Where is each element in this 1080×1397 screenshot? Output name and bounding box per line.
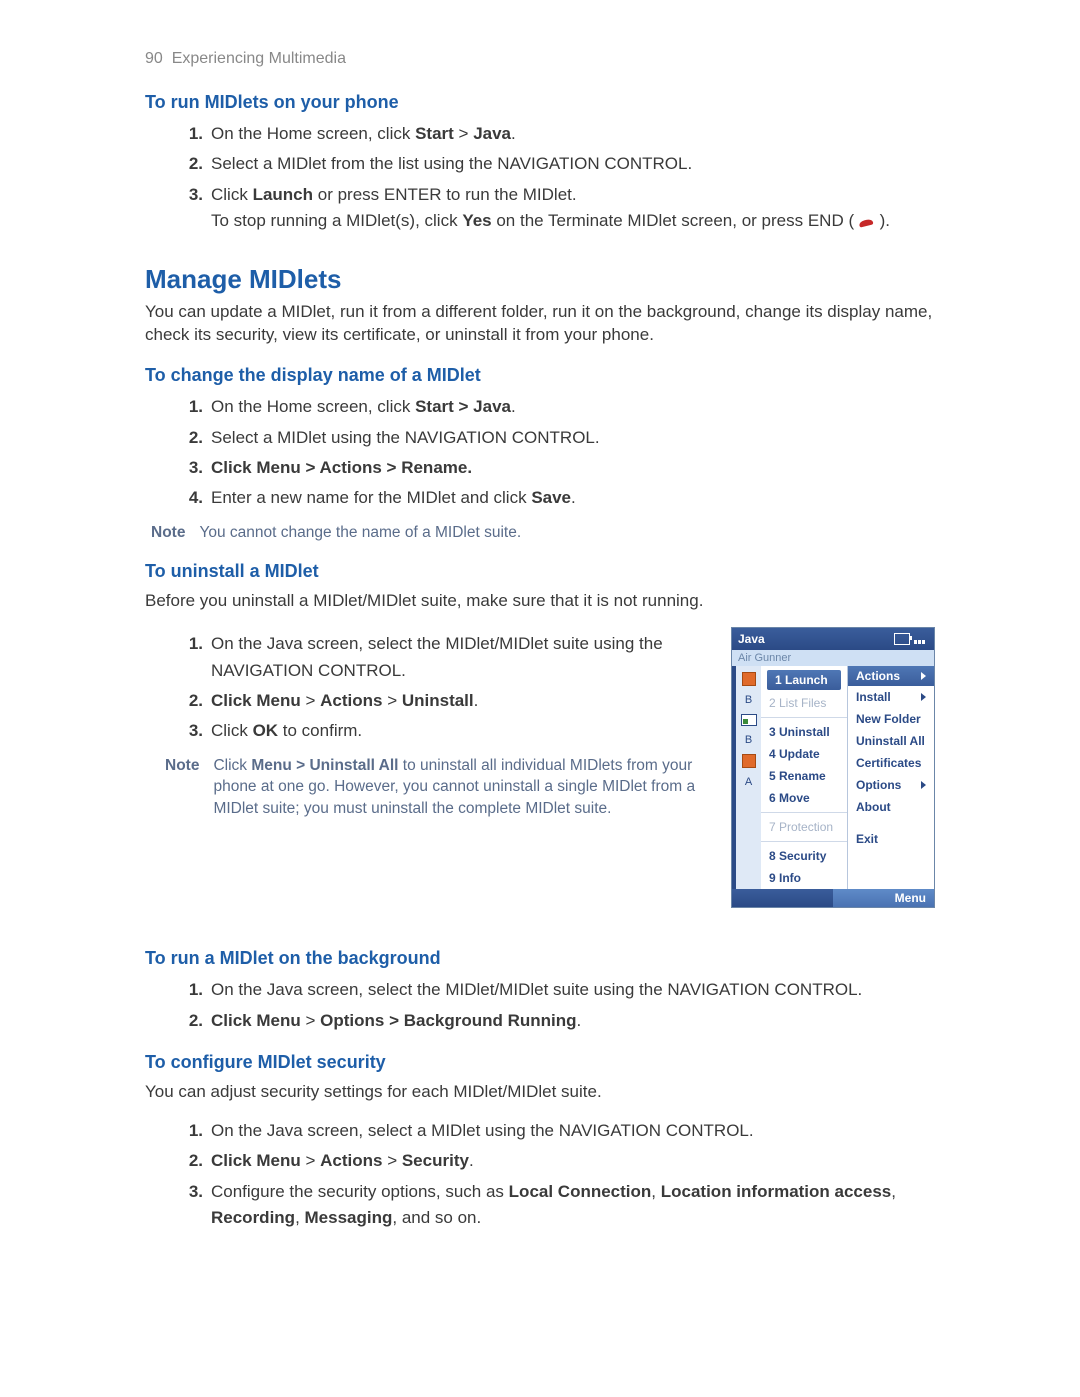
heading-run-midlets: To run MIDlets on your phone: [145, 92, 935, 113]
step-num: 1.: [183, 121, 203, 147]
menu-item[interactable]: 4 Update: [761, 743, 847, 765]
phone-main-menu: Actions Install New Folder Uninstall All…: [848, 666, 934, 889]
app-icon: [742, 754, 756, 768]
step-num: 1.: [183, 977, 203, 1003]
phone-screenshot: Java Air Gunner B B A 1 Launch 2 List F: [731, 627, 935, 908]
phone-highlighted-row: Air Gunner: [732, 650, 934, 666]
phone-actions-submenu: 1 Launch 2 List Files 3 Uninstall 4 Upda…: [761, 666, 848, 889]
step-text: Click Menu > Actions > Uninstall.: [211, 688, 713, 714]
document-page: 90 Experiencing Multimedia To run MIDlet…: [0, 0, 1080, 1397]
step-text: Click OK to confirm.: [211, 718, 713, 744]
menu-item[interactable]: About: [848, 796, 934, 818]
menu-item: 7 Protection: [761, 816, 847, 838]
softkey-right-menu[interactable]: Menu: [833, 889, 934, 907]
note-label: Note: [151, 522, 185, 544]
steps-security: 1. On the Java screen, select a MIDlet u…: [145, 1118, 935, 1231]
step-num: 4.: [183, 485, 203, 511]
menu-item-actions[interactable]: Actions: [848, 666, 934, 686]
end-call-icon: [859, 214, 875, 228]
step-text: On the Java screen, select the MIDlet/MI…: [211, 977, 935, 1003]
battery-icon: [894, 633, 910, 645]
step-num: 2.: [183, 425, 203, 451]
step-text: Click Menu > Actions > Rename.: [211, 455, 935, 481]
manage-intro: You can update a MIDlet, run it from a d…: [145, 301, 935, 347]
phone-body: B B A 1 Launch 2 List Files 3 Uninstall …: [732, 666, 934, 889]
step-num: 3.: [183, 182, 203, 235]
step-num: 2.: [183, 688, 203, 714]
page-number: 90: [145, 50, 163, 67]
menu-item[interactable]: Options: [848, 774, 934, 796]
step-text: On the Home screen, click Start > Java.: [211, 121, 935, 147]
step-text: On the Java screen, select a MIDlet usin…: [211, 1118, 935, 1144]
status-icons: [894, 633, 928, 645]
menu-item: 2 List Files: [761, 692, 847, 714]
step-text: Configure the security options, such as …: [211, 1179, 935, 1232]
step-num: 1.: [183, 631, 203, 684]
step-num: 1.: [183, 394, 203, 420]
note-uninstall: Note Click Menu > Uninstall All to unins…: [151, 755, 713, 820]
menu-item[interactable]: 3 Uninstall: [761, 721, 847, 743]
phone-softkeys: Menu: [732, 889, 934, 907]
menu-item[interactable]: 9 Info: [761, 867, 847, 889]
menu-item[interactable]: Exit: [848, 828, 934, 850]
step-text: Select a MIDlet using the NAVIGATION CON…: [211, 425, 935, 451]
menu-item[interactable]: 8 Security: [761, 845, 847, 867]
app-icon: [741, 714, 757, 726]
step-num: 3.: [183, 718, 203, 744]
step-num: 3.: [183, 1179, 203, 1232]
heading-manage-midlets: Manage MIDlets: [145, 264, 935, 295]
steps-run-midlets: 1. On the Home screen, click Start > Jav…: [145, 121, 935, 234]
menu-item[interactable]: 1 Launch: [767, 670, 841, 690]
menu-item[interactable]: New Folder: [848, 708, 934, 730]
menu-item[interactable]: 6 Move: [761, 787, 847, 809]
note-text: Click Menu > Uninstall All to uninstall …: [213, 755, 713, 820]
note-text: You cannot change the name of a MIDlet s…: [199, 522, 935, 544]
step-text: Enter a new name for the MIDlet and clic…: [211, 485, 935, 511]
menu-item[interactable]: Install: [848, 686, 934, 708]
step-num: 2.: [183, 1148, 203, 1174]
note-change-name: Note You cannot change the name of a MID…: [151, 522, 935, 544]
step-text: Click Menu > Actions > Security.: [211, 1148, 935, 1174]
step-num: 2.: [183, 1008, 203, 1034]
signal-icon: [914, 634, 928, 644]
steps-background: 1. On the Java screen, select the MIDlet…: [145, 977, 935, 1034]
security-intro: You can adjust security settings for eac…: [145, 1081, 935, 1104]
step-text: On the Java screen, select the MIDlet/MI…: [211, 631, 713, 684]
step-num: 2.: [183, 151, 203, 177]
menu-item[interactable]: Certificates: [848, 752, 934, 774]
step-text: Click Menu > Options > Background Runnin…: [211, 1008, 935, 1034]
heading-uninstall: To uninstall a MIDlet: [145, 561, 935, 582]
heading-background: To run a MIDlet on the background: [145, 948, 935, 969]
heading-change-display-name: To change the display name of a MIDlet: [145, 365, 935, 386]
menu-item[interactable]: 5 Rename: [761, 765, 847, 787]
step-num: 3.: [183, 455, 203, 481]
softkey-left[interactable]: [732, 889, 833, 907]
phone-titlebar: Java: [732, 628, 934, 650]
steps-uninstall: 1. On the Java screen, select the MIDlet…: [145, 631, 713, 744]
step-num: 1.: [183, 1118, 203, 1144]
chapter-title: Experiencing Multimedia: [172, 50, 346, 67]
steps-change-name: 1. On the Home screen, click Start > Jav…: [145, 394, 935, 511]
step-text: Select a MIDlet from the list using the …: [211, 151, 935, 177]
heading-security: To configure MIDlet security: [145, 1052, 935, 1073]
phone-title: Java: [738, 632, 765, 646]
note-label: Note: [165, 755, 199, 820]
phone-app-list: B B A: [736, 666, 761, 889]
running-header: 90 Experiencing Multimedia: [145, 50, 935, 68]
step-text: On the Home screen, click Start > Java.: [211, 394, 935, 420]
menu-item[interactable]: Uninstall All: [848, 730, 934, 752]
step-text: Click Launch or press ENTER to run the M…: [211, 182, 935, 235]
uninstall-intro: Before you uninstall a MIDlet/MIDlet sui…: [145, 590, 935, 613]
app-icon: [742, 672, 756, 686]
